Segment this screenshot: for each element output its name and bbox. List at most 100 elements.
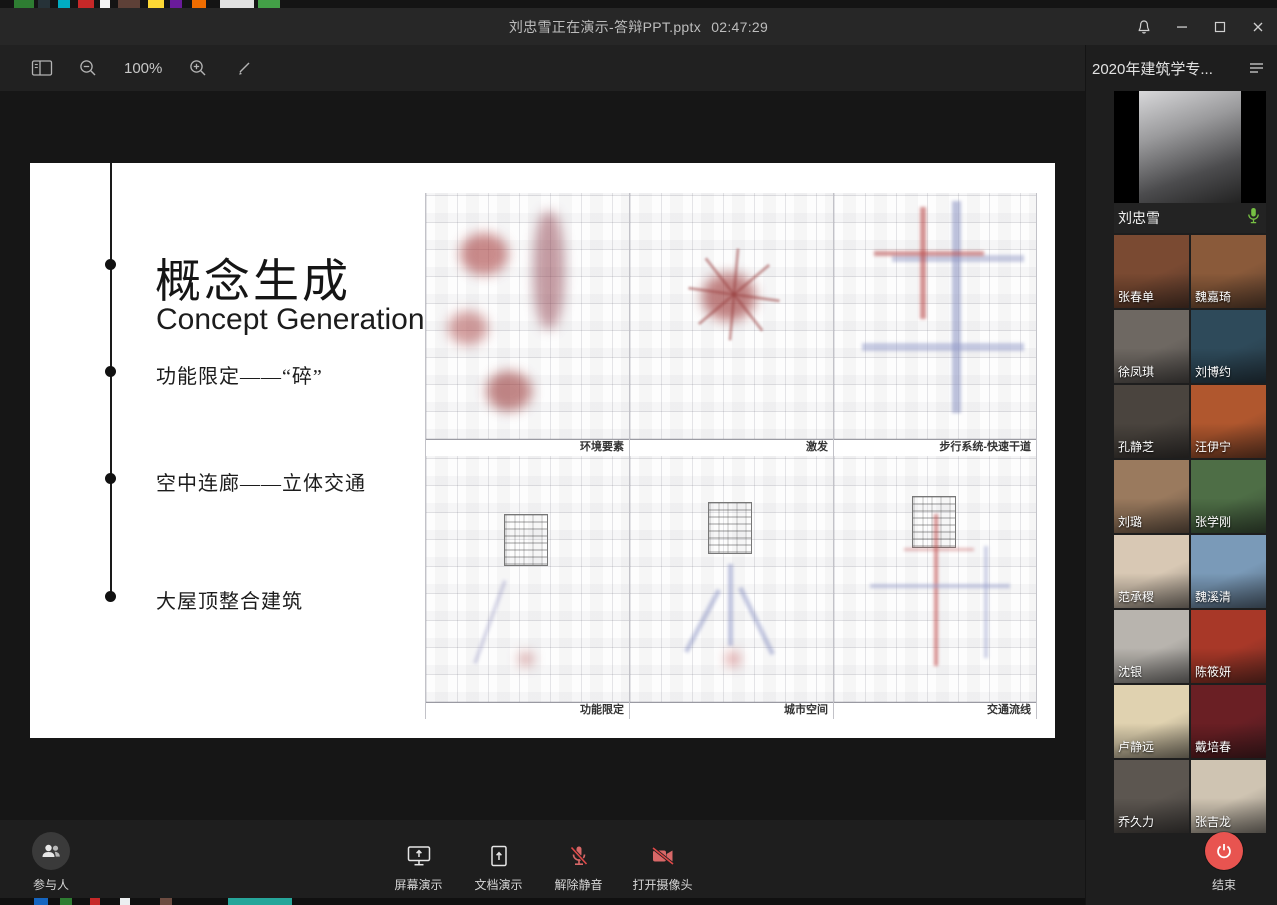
map-panel-pedestrian: 步行系统-快速干道 bbox=[833, 193, 1037, 456]
slide-title: 概念生成 bbox=[155, 245, 351, 311]
map-panel-label: 功能限定 bbox=[426, 703, 629, 718]
maximize-button[interactable] bbox=[1211, 18, 1229, 36]
presenter-name-row: 刘忠雪 bbox=[1114, 203, 1266, 233]
participant-name: 魏嘉琦 bbox=[1195, 288, 1231, 305]
slide-subtitle: Concept Generation bbox=[156, 303, 425, 337]
slide-bullet: 空中连廊——立体交通 bbox=[156, 467, 366, 496]
mic-active-icon bbox=[1247, 207, 1260, 229]
mic-muted-icon bbox=[565, 843, 591, 869]
end-meeting-area: 结束 bbox=[1201, 832, 1247, 893]
meeting-name: 2020年建筑学专... bbox=[1092, 58, 1247, 79]
timeline-line bbox=[110, 163, 112, 601]
screen-share-label: 屏幕演示 bbox=[394, 876, 442, 893]
participant-name: 沈银 bbox=[1118, 663, 1142, 680]
slide-bullet: 大屋顶整合建筑 bbox=[156, 585, 303, 614]
participant-name: 乔久力 bbox=[1118, 813, 1154, 830]
close-button[interactable] bbox=[1249, 18, 1267, 36]
participant-tile[interactable]: 沈银 bbox=[1114, 610, 1189, 683]
participant-tile[interactable]: 魏溪清 bbox=[1191, 535, 1266, 608]
presenter-name: 刘忠雪 bbox=[1118, 208, 1160, 228]
participant-tile[interactable]: 卢静远 bbox=[1114, 685, 1189, 758]
map-drawing bbox=[834, 456, 1036, 703]
unmute-label: 解除静音 bbox=[554, 876, 602, 893]
presenter-avatar bbox=[1139, 91, 1241, 203]
map-panel-label: 环境要素 bbox=[426, 440, 629, 455]
screen-share-button[interactable]: 屏幕演示 bbox=[392, 843, 444, 893]
camera-label: 打开摄像头 bbox=[632, 876, 692, 893]
map-panel-environment: 环境要素 bbox=[425, 193, 629, 456]
participant-name: 戴培春 bbox=[1195, 738, 1231, 755]
participants-label: 参与人 bbox=[33, 876, 69, 893]
participant-name: 汪伊宁 bbox=[1195, 438, 1231, 455]
participant-name: 孔静芝 bbox=[1118, 438, 1154, 455]
timeline-dot bbox=[105, 259, 116, 270]
presentation-toolbar: 100% bbox=[0, 45, 1085, 91]
participant-name: 卢静远 bbox=[1118, 738, 1154, 755]
participant-tile[interactable]: 张吉龙 bbox=[1191, 760, 1266, 833]
camera-button[interactable]: 打开摄像头 bbox=[632, 843, 692, 893]
zoom-in-icon[interactable] bbox=[186, 56, 210, 80]
meeting-titlebar: 刘忠雪正在演示-答辩PPT.pptx 02:47:29 bbox=[0, 8, 1277, 45]
sidebar-header: 2020年建筑学专... bbox=[1086, 45, 1277, 91]
participant-tile[interactable]: 徐凤琪 bbox=[1114, 310, 1189, 383]
participant-tile[interactable]: 魏嘉琦 bbox=[1191, 235, 1266, 308]
participant-tile[interactable]: 刘璐 bbox=[1114, 460, 1189, 533]
timeline-dot bbox=[105, 366, 116, 377]
participant-tile[interactable]: 张学刚 bbox=[1191, 460, 1266, 533]
window-controls bbox=[1135, 8, 1267, 45]
screen-share-icon bbox=[405, 843, 431, 869]
unmute-button[interactable]: 解除静音 bbox=[552, 843, 604, 893]
map-panel-urban-space: 城市空间 bbox=[629, 456, 833, 719]
participant-name: 魏溪清 bbox=[1195, 588, 1231, 605]
thumbnail-panel-icon[interactable] bbox=[30, 56, 54, 80]
annotate-pen-icon[interactable] bbox=[232, 56, 256, 80]
center-controls: 屏幕演示 文档演示 解除静音 bbox=[392, 843, 692, 893]
presenting-status-text: 刘忠雪正在演示-答辩PPT.pptx 02:47:29 bbox=[506, 17, 771, 37]
end-meeting-button[interactable] bbox=[1205, 832, 1243, 870]
participant-tile[interactable]: 张春单 bbox=[1114, 235, 1189, 308]
participant-name: 徐凤琪 bbox=[1118, 363, 1154, 380]
doc-share-button[interactable]: 文档演示 bbox=[472, 843, 524, 893]
participant-tile[interactable]: 乔久力 bbox=[1114, 760, 1189, 833]
participant-tile[interactable]: 汪伊宁 bbox=[1191, 385, 1266, 458]
minimize-button[interactable] bbox=[1173, 18, 1191, 36]
end-meeting-label: 结束 bbox=[1212, 876, 1236, 893]
camera-muted-icon bbox=[649, 843, 675, 869]
map-drawing bbox=[834, 193, 1036, 440]
participant-tile[interactable]: 范承稷 bbox=[1114, 535, 1189, 608]
participant-tile[interactable]: 陈筱妍 bbox=[1191, 610, 1266, 683]
participant-tile[interactable]: 孔静芝 bbox=[1114, 385, 1189, 458]
diagram-grid: 环境要素 激发 bbox=[425, 193, 1037, 719]
participant-tile[interactable]: 刘博约 bbox=[1191, 310, 1266, 383]
timeline-dot bbox=[105, 473, 116, 484]
presenter-tile[interactable]: 刘忠雪 bbox=[1114, 91, 1266, 233]
map-drawing bbox=[630, 193, 833, 440]
map-panel-label: 城市空间 bbox=[630, 703, 833, 718]
map-panel-label: 步行系统-快速干道 bbox=[834, 440, 1036, 455]
participant-name: 范承稷 bbox=[1118, 588, 1154, 605]
notification-bell-icon[interactable] bbox=[1135, 18, 1153, 36]
map-panel-label: 交通流线 bbox=[834, 703, 1036, 718]
participants-sidebar: 2020年建筑学专... 刘忠雪 张春单 魏嘉琦 徐凤琪 bbox=[1085, 45, 1277, 905]
participant-name: 刘璐 bbox=[1118, 513, 1142, 530]
participant-name: 张吉龙 bbox=[1195, 813, 1231, 830]
zoom-level: 100% bbox=[124, 60, 162, 77]
meeting-controls-bar: 参与人 屏幕演示 文档演示 bbox=[0, 820, 1085, 905]
slide-bullet: 功能限定——“碎” bbox=[156, 360, 323, 389]
participant-sort-icon[interactable] bbox=[1247, 60, 1267, 76]
participant-name: 刘博约 bbox=[1195, 363, 1231, 380]
background-taskbar-strip bbox=[0, 898, 1085, 905]
participant-tile[interactable]: 戴培春 bbox=[1191, 685, 1266, 758]
presenting-timer: 02:47:29 bbox=[707, 19, 768, 35]
map-panel-label: 激发 bbox=[630, 440, 833, 455]
timeline-dot bbox=[105, 591, 116, 602]
participants-icon bbox=[32, 832, 70, 870]
map-drawing bbox=[630, 456, 833, 703]
map-panel-traffic: 交通流线 bbox=[833, 456, 1037, 719]
participant-name: 张春单 bbox=[1118, 288, 1154, 305]
zoom-out-icon[interactable] bbox=[76, 56, 100, 80]
participants-button[interactable]: 参与人 bbox=[32, 832, 70, 893]
presentation-slide: 概念生成 Concept Generation 功能限定——“碎” 空中连廊——… bbox=[30, 163, 1055, 738]
participant-list[interactable]: 刘忠雪 张春单 魏嘉琦 徐凤琪 刘博约 孔静芝 汪伊宁 刘璐 张学刚 范承 bbox=[1086, 91, 1277, 905]
map-drawing bbox=[426, 456, 629, 703]
